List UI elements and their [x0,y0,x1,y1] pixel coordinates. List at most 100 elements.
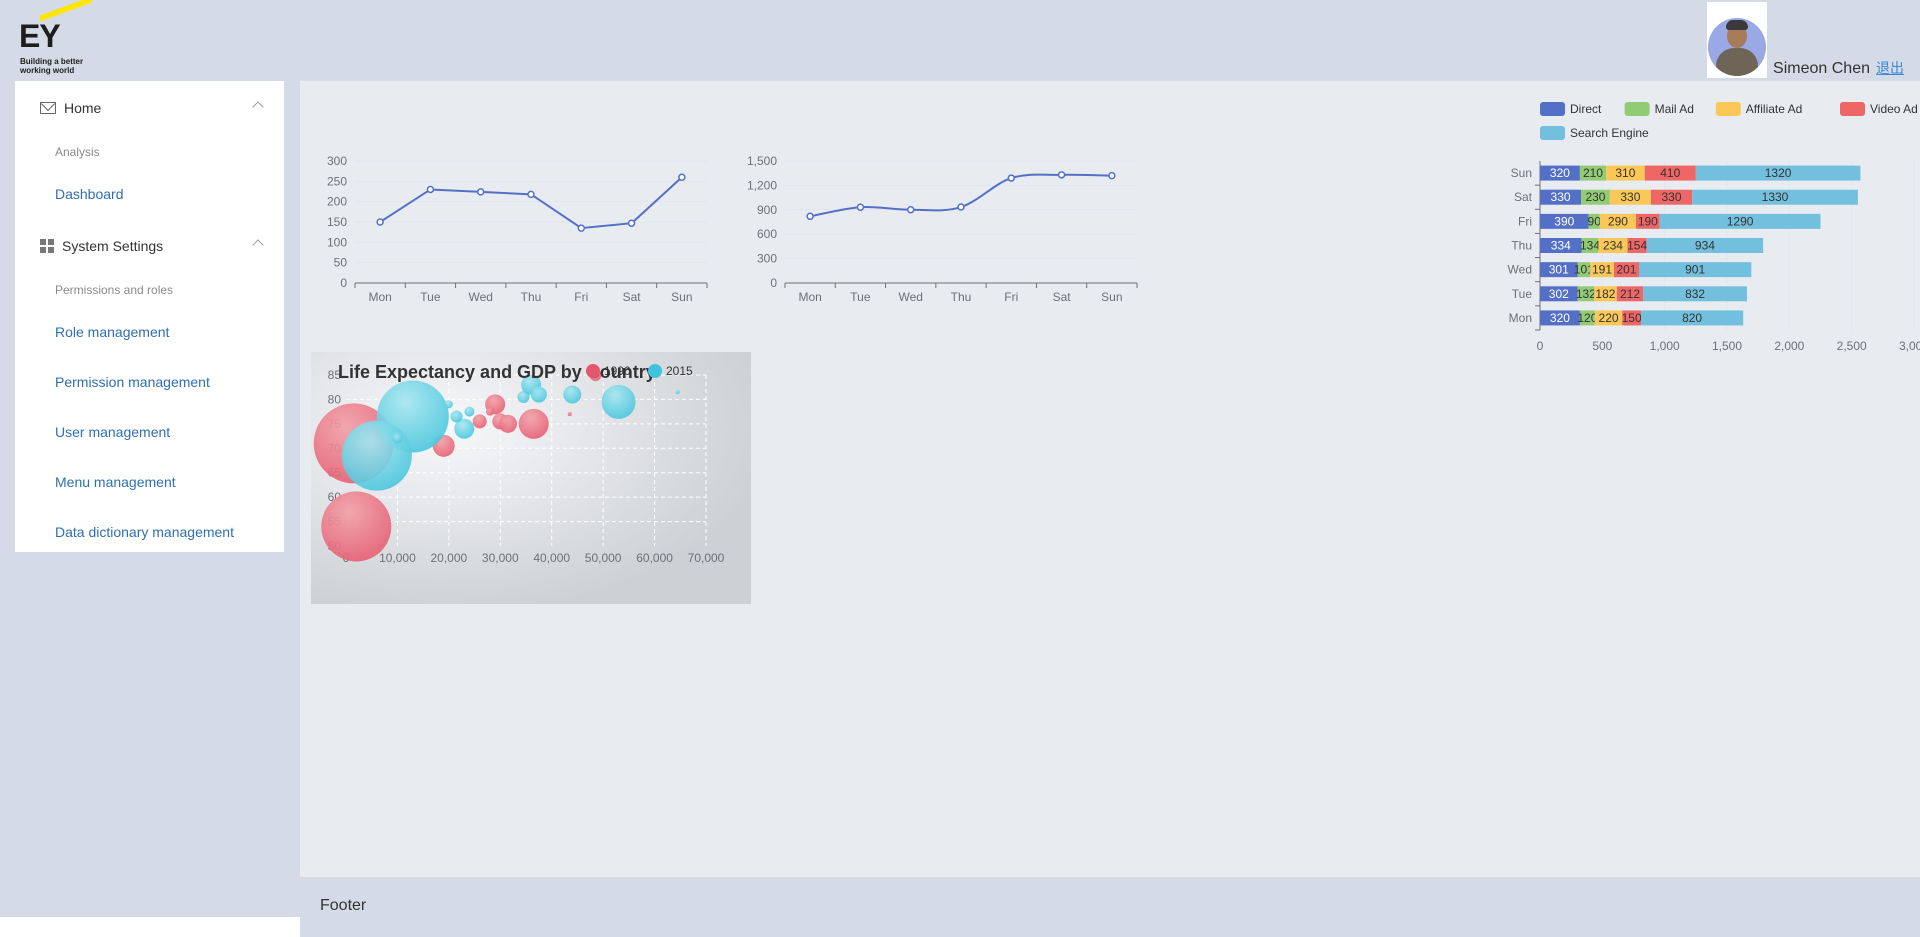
bubble [601,384,636,419]
x-tick-label: 10,000 [379,551,416,565]
bubble [341,420,412,491]
bar-value-label: 201 [1616,263,1636,277]
x-tick-label: Sat [623,290,642,304]
bubble [567,412,572,417]
grid-icon [40,239,54,253]
avatar-turban-shape [1726,20,1749,30]
data-point [1057,171,1066,179]
sidebar-item-permission-management[interactable]: Permission management [15,357,284,407]
stacked-bar-chart: Direct Mail Ad Affiliate Ad Video Ad Search … [1508,102,1920,353]
bar-value-label: 220 [1599,311,1619,325]
bubble [444,400,453,409]
x-tick-label: Mon [368,290,391,304]
legend-swatch [1840,102,1865,116]
avatar-circle [1708,18,1767,76]
line-chart-1: 0 50 100 150 200 250 300 Mon Tue Wed Thu Fri Sat Sun [327,154,708,304]
bar-value-label: 301 [1549,263,1569,277]
y-tick-label: 0 [340,276,347,290]
sidebar-item-menu-management[interactable]: Menu management [15,457,284,507]
bar-value-label: 120 [1577,311,1597,325]
bubble [464,406,475,417]
avatar[interactable] [1707,2,1768,78]
sidebar-group-home[interactable]: Home [15,81,284,135]
x-tick-label: 500 [1592,339,1612,353]
data-point [1007,174,1016,182]
logo-tagline-line-2: working world [20,66,75,75]
y-tick-label: Mon [1509,311,1532,325]
data-point [957,203,965,211]
bottom-left-strip [0,917,300,937]
header: EY Building a better working world Simeo… [0,0,1920,80]
x-tick-label: Sun [671,290,692,304]
y-tick-label: Tue [1512,287,1533,301]
y-tick-label: Fri [1518,214,1532,228]
bubble-chart: 010,00020,00030,00040,00050,00060,00070,… [311,352,751,604]
legend-label: 2015 [666,364,693,378]
sidebar-item-dashboard[interactable]: Dashboard [15,169,284,219]
y-tick-label: 250 [327,174,347,188]
legend-item: Affiliate Ad [1715,102,1802,116]
bar-value-label: 234 [1603,239,1623,253]
data-point [906,205,915,214]
x-tick-label: Thu [951,290,972,304]
legend-swatch [1715,102,1741,116]
x-tick-label: Wed [468,290,492,304]
x-tick-label: 40,000 [533,551,570,565]
legend-item: Mail Ad [1624,102,1694,116]
y-tick-label: 100 [327,235,347,249]
bar-value-label: 1320 [1765,166,1792,180]
x-tick-label: Fri [574,290,588,304]
data-point [376,218,384,226]
logo-text: EY [19,18,61,54]
data-point [806,212,814,221]
bar-value-label: 190 [1638,214,1658,228]
x-tick-label: 50,000 [585,551,622,565]
bar-value-label: 330 [1551,190,1571,204]
bubble [530,386,547,403]
bar-value-label: 150 [1622,311,1642,325]
bar-value-label: 1330 [1762,190,1789,204]
bar-value-label: 154 [1627,239,1647,253]
sidebar-group-label: Home [64,100,102,116]
x-tick-label: Fri [1004,290,1018,304]
sidebar-group-system-settings[interactable]: System Settings [15,219,284,273]
sidebar: Home Analysis Dashboard System Settings … [15,81,284,552]
bubble [450,410,463,423]
x-tick-label: 30,000 [482,551,519,565]
line-chart-2: 0 300 600 900 1,200 1,500 Mon Tue Wed Thu Fri Sat Su… [747,154,1138,304]
sidebar-item-role-management[interactable]: Role management [15,307,284,357]
x-tick-label: Wed [898,290,922,304]
bar-value-label: 320 [1550,311,1570,325]
chevron-up-icon [252,101,264,113]
bar-value-label: 410 [1660,166,1680,180]
legend-swatch [1624,102,1650,116]
bubble [499,414,517,433]
footer-text: Footer [320,897,367,914]
bar-value-label: 90 [1588,214,1602,228]
y-tick-label: 1,200 [747,178,777,192]
sidebar-item-data-dictionary-management[interactable]: Data dictionary management [15,507,284,557]
x-tick-label: 2,000 [1774,339,1804,353]
y-tick-label: 300 [757,252,777,266]
y-tick-label: 150 [327,215,347,229]
legend-item: Video Ad [1840,102,1918,116]
bubble [392,433,403,444]
user-name: Simeon Chen [1773,60,1870,77]
logo-tagline: Building a better working world [20,57,100,75]
x-tick-label: Mon [798,290,821,304]
y-tick-label: 300 [327,154,347,168]
logout-link[interactable]: 退出 [1876,58,1904,78]
bar-value-label: 230 [1585,190,1605,204]
y-tick-label: Wed [1508,263,1532,277]
bar-value-label: 330 [1662,190,1682,204]
y-tick-label: 200 [327,195,347,209]
bubble [563,385,582,404]
bar-value-label: 182 [1595,287,1615,301]
chevron-up-icon [252,239,264,251]
data-point [678,173,686,182]
sidebar-item-user-management[interactable]: User management [15,407,284,457]
x-tick-label: 70,000 [688,551,725,565]
sidebar-section-title: Permissions and roles [55,283,174,297]
data-point [476,188,485,196]
x-tick-label: Sun [1101,290,1122,304]
